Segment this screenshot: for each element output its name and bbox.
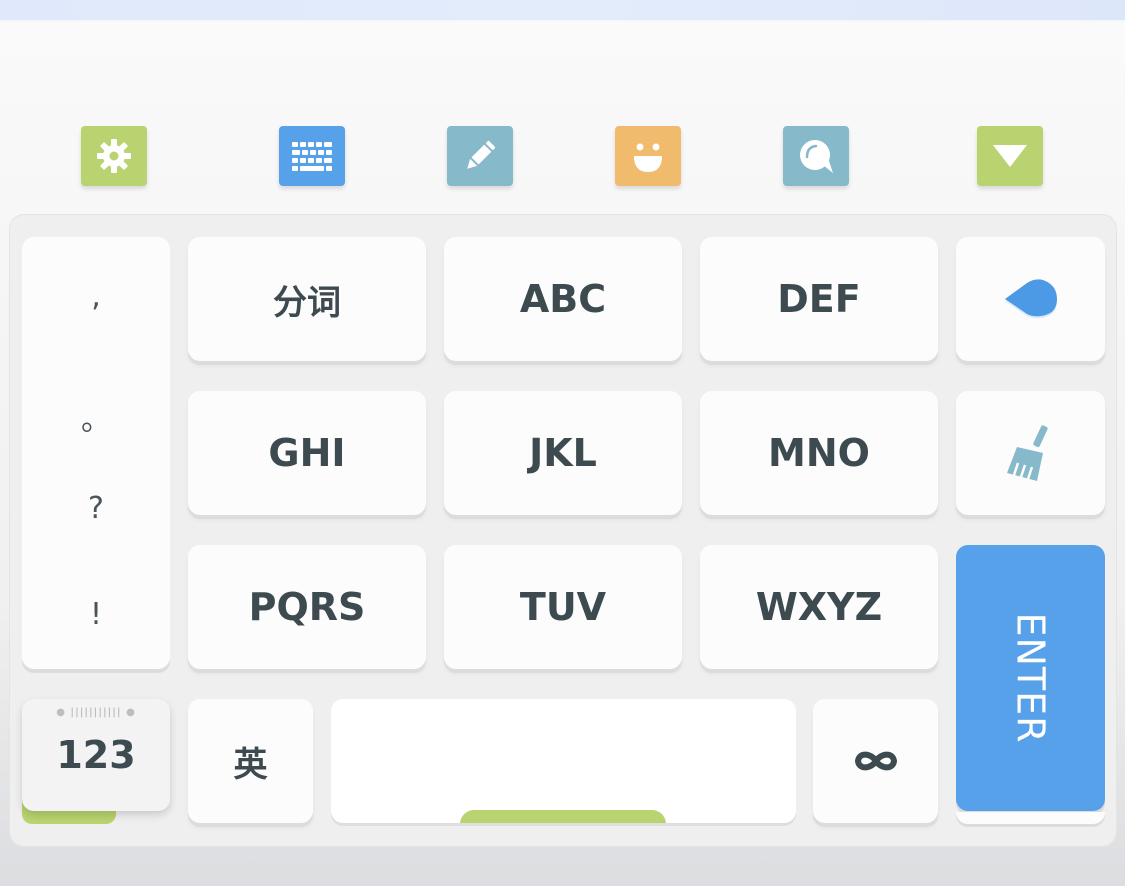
punct-exclamation[interactable]: ! [22,597,170,632]
delete-drop-icon [1004,279,1057,319]
key-def[interactable]: DEF [700,237,938,361]
infinity-icon [854,751,897,771]
key-pqrs-label: PQRS [248,585,366,629]
chat-button[interactable] [783,126,849,186]
key-def-label: DEF [777,277,861,321]
key-ghi-label: GHI [268,431,346,475]
top-status-strip [0,0,1125,20]
key-ghi[interactable]: GHI [188,391,426,515]
numeric-switch-button[interactable]: ● ||||||||||| ● 123 [22,699,170,811]
key-jkl[interactable]: JKL [444,391,682,515]
numeric-switch-label: 123 [56,733,136,777]
pencil-icon [467,140,496,169]
punctuation-column[interactable]: , 。 ? ! [22,237,170,669]
keyboard-icon [292,142,332,171]
language-switch-label: 英 [233,744,268,785]
delete-button[interactable] [956,237,1105,361]
key-wxyz[interactable]: WXYZ [700,545,938,669]
key-abc[interactable]: ABC [444,237,682,361]
space-bar[interactable] [331,699,796,823]
emoji-button[interactable] [615,126,681,186]
key-tuv-label: TUV [519,585,607,629]
key-fenci[interactable]: 分词 [188,237,426,361]
enter-button[interactable]: ENTER [956,545,1105,811]
key-wxyz-label: WXYZ [755,585,883,629]
handwriting-button[interactable] [447,126,513,186]
punct-comma[interactable]: , [22,279,170,314]
key-fenci-label: 分词 [273,282,341,323]
enter-key-base [956,812,1105,824]
key-pqrs[interactable]: PQRS [188,545,426,669]
collapse-keyboard-button[interactable] [977,126,1043,186]
punct-period[interactable]: 。 [22,395,170,439]
settings-button[interactable] [81,126,147,186]
triangle-down-icon [993,145,1027,167]
smiley-icon [634,143,662,172]
enter-label: ENTER [1008,612,1053,744]
chat-bubble-icon [800,140,833,173]
clear-button[interactable] [956,391,1105,515]
keyboard-switch-button[interactable] [279,126,345,186]
key-mno-label: MNO [768,431,870,475]
key-tuv[interactable]: TUV [444,545,682,669]
drag-handle[interactable]: ● ||||||||||| ● [22,707,170,718]
space-accent [460,810,666,823]
punct-question[interactable]: ? [22,491,170,526]
key-jkl-label: JKL [529,431,597,475]
key-abc-label: ABC [519,277,607,321]
language-switch-button[interactable]: 英 [188,699,313,823]
broom-icon [1006,425,1048,481]
gear-icon [97,139,131,173]
loop-button[interactable] [813,699,938,823]
key-mno[interactable]: MNO [700,391,938,515]
